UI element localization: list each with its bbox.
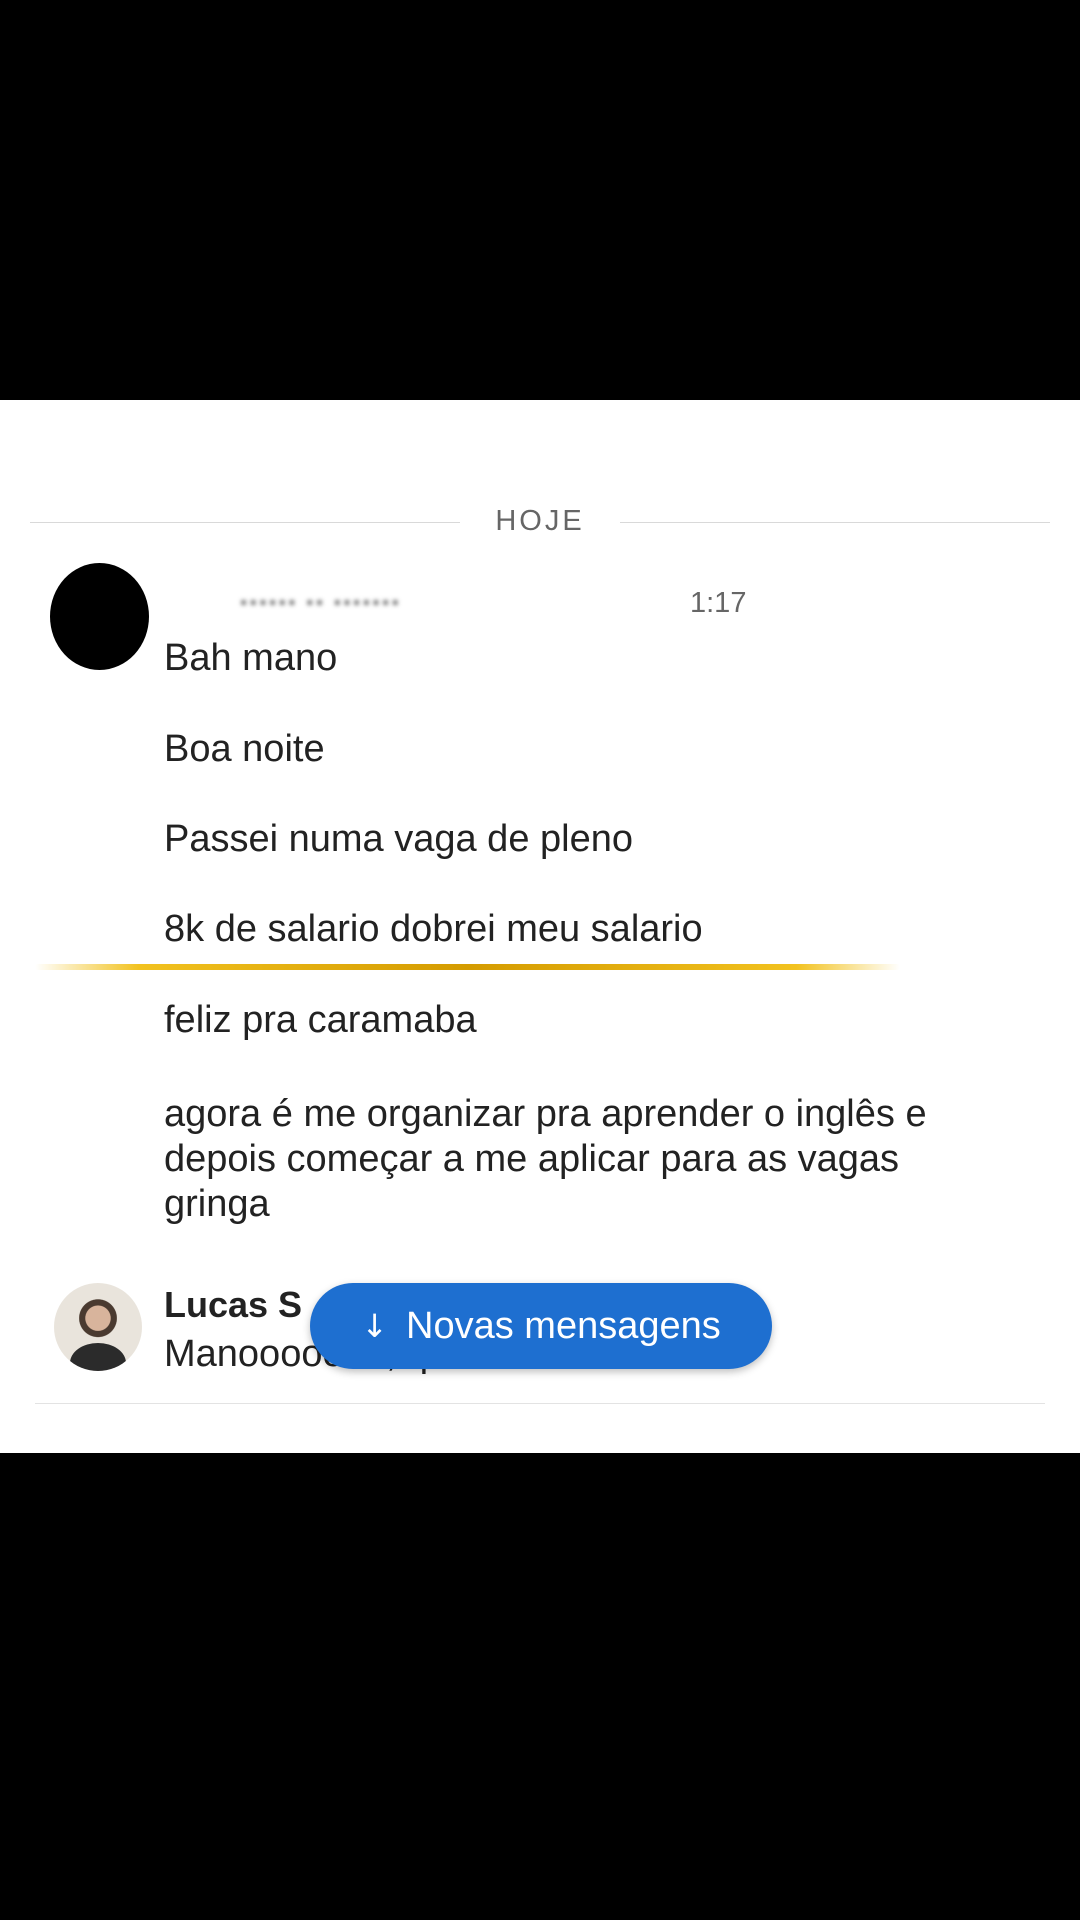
new-messages-label: Novas mensagens: [406, 1304, 721, 1347]
arrow-down-icon: ↓: [361, 1307, 389, 1345]
message-text: Boa noite: [164, 728, 325, 770]
avatar-shirt: [70, 1343, 126, 1371]
date-divider-label: HOJE: [495, 505, 585, 537]
divider-line-right: [620, 522, 1050, 523]
message-text: 8k de salario dobrei meu salario: [164, 908, 703, 950]
message-text: agora é me organizar pra aprender o ingl…: [164, 1093, 927, 1225]
date-divider: HOJE: [0, 505, 1080, 539]
avatar[interactable]: [54, 1283, 142, 1371]
highlight-underline: [35, 964, 900, 970]
chat-panel: HOJE ······ ·· ······· 1:17 Bah mano Boa…: [0, 400, 1080, 1453]
divider-line: [35, 1403, 1045, 1404]
new-messages-button[interactable]: ↓ Novas mensagens: [310, 1283, 772, 1369]
avatar[interactable]: [50, 563, 149, 670]
message-text: Bah mano: [164, 637, 338, 679]
sender-name-redacted[interactable]: ······ ·· ·······: [240, 587, 530, 617]
message-text: Passei numa vaga de pleno: [164, 818, 633, 860]
divider-line-left: [30, 522, 460, 523]
sender-name[interactable]: Lucas S: [164, 1284, 302, 1326]
message-text: feliz pra caramaba: [164, 999, 477, 1041]
message-timestamp: 1:17: [690, 587, 747, 619]
